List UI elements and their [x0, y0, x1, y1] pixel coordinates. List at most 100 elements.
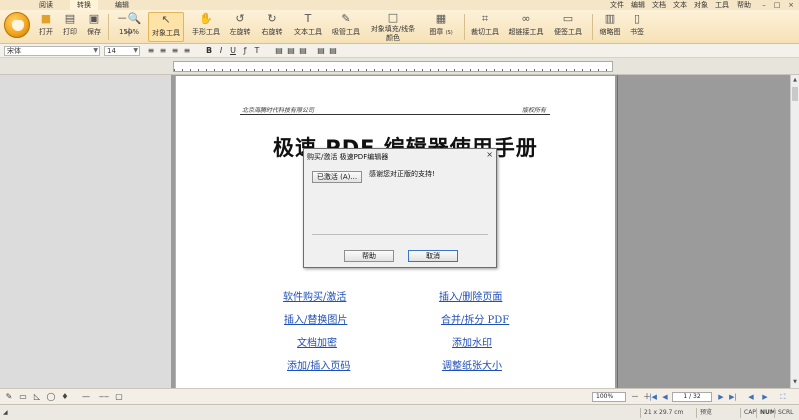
last-page-icon[interactable]: ▶| [728, 392, 738, 402]
rotate-right-button[interactable]: ↻ 右旋转 [258, 12, 286, 42]
polygon-icon[interactable]: ◺ [32, 392, 42, 402]
link-add-watermark[interactable]: 添加水印 [452, 334, 492, 349]
activated-button[interactable]: 已激活 (A)... [312, 171, 362, 183]
save-button[interactable]: ▣ 保存 [84, 12, 104, 42]
next-page-icon[interactable]: ▶ [716, 392, 726, 402]
hand-tool-button[interactable]: ✋ 手形工具 [188, 12, 224, 42]
tab-read[interactable]: 阅读 [32, 0, 60, 10]
zoom-select[interactable]: 100% [592, 392, 626, 402]
bold-button[interactable]: B [204, 46, 214, 56]
link-icon: ∞ [521, 12, 531, 25]
stamp-button[interactable]: ▦ 图章 (S) [424, 12, 458, 42]
menu-file[interactable]: 文件 [610, 0, 624, 10]
crop-tool-button[interactable]: ⌗ 裁切工具 [468, 12, 502, 42]
fill-color-icon[interactable]: ▢ [114, 392, 124, 402]
select-tool-button[interactable]: ↖ 对象工具 [148, 12, 184, 42]
rotate-left-icon: ↺ [235, 12, 245, 25]
help-button[interactable]: 帮助 [344, 250, 394, 262]
line-spacing-icon[interactable]: ▤ [286, 46, 296, 56]
font-size-select[interactable]: 14 ▼ [104, 46, 140, 56]
dash-style-icon[interactable]: ‒‒ [96, 392, 112, 402]
link-add-page-numbers[interactable]: 添加/插入页码 [287, 357, 350, 372]
menu-text[interactable]: 文本 [673, 0, 687, 10]
highlight-icon[interactable]: ▤ [328, 46, 338, 56]
link-resize-paper[interactable]: 调整纸张大小 [442, 357, 502, 372]
zoom-out-icon[interactable]: － [630, 392, 640, 402]
align-center-icon[interactable]: ≡ [158, 46, 168, 56]
menu-tools[interactable]: 工具 [715, 0, 729, 10]
superscript-icon[interactable]: T [252, 46, 262, 56]
zoom-in-icon: －🔍＋ [116, 12, 142, 39]
minimize-button[interactable]: – [759, 0, 769, 10]
thumbnail-button[interactable]: ▥ 缩略图 [596, 12, 624, 42]
link-merge-split-pdf[interactable]: 合并/拆分 PDF [441, 311, 509, 326]
first-page-icon[interactable]: |◀ [648, 392, 658, 402]
align-right-icon[interactable]: ≡ [170, 46, 180, 56]
scroll-thumb[interactable] [792, 87, 798, 101]
fullscreen-icon[interactable]: ⛶ [778, 392, 788, 402]
app-logo-icon[interactable] [4, 12, 30, 38]
activation-dialog: 购买/激活 极速PDF编辑器 × 已激活 (A)... 感谢您对正版的支持! 帮… [303, 148, 497, 268]
close-icon[interactable]: × [486, 150, 493, 159]
line-style-icon[interactable]: — [78, 392, 94, 402]
menu-edit[interactable]: 编辑 [631, 0, 645, 10]
pencil-icon[interactable]: ✎ [4, 392, 14, 402]
vertical-scrollbar[interactable]: ▲ ▼ [790, 75, 799, 388]
page-number-input[interactable]: 1 / 32 [672, 392, 712, 402]
hand-icon: ✋ [199, 12, 213, 25]
crop-icon: ⌗ [481, 12, 489, 25]
char-spacing-icon[interactable]: ▤ [274, 46, 284, 56]
forward-icon[interactable]: ▶ [760, 392, 770, 402]
scroll-up-icon[interactable]: ▲ [791, 76, 799, 84]
rotate-left-button[interactable]: ↺ 左旋转 [226, 12, 254, 42]
text-color-icon[interactable]: ▤ [316, 46, 326, 56]
open-button[interactable]: ■ 打开 [36, 12, 56, 42]
menu-document[interactable]: 文档 [652, 0, 666, 10]
right-gutter [617, 75, 790, 388]
cancel-button[interactable]: 取消 [408, 250, 458, 262]
dialog-divider [312, 234, 488, 235]
italic-button[interactable]: I [216, 46, 226, 56]
pen-icon[interactable]: ♦ [60, 392, 70, 402]
bookmark-icon: ▯ [633, 12, 641, 25]
indent-icon[interactable]: ▤ [298, 46, 308, 56]
strikethrough-icon[interactable]: ƒ [240, 46, 250, 56]
cursor-icon: ↖ [161, 13, 171, 26]
eyedropper-button[interactable]: ✎ 吸管工具 [328, 12, 364, 42]
chevron-down-icon: ▼ [93, 47, 98, 54]
align-left-icon[interactable]: ≡ [146, 46, 156, 56]
link-insert-delete-page[interactable]: 插入/删除页面 [439, 288, 502, 303]
toolbar-divider [108, 14, 109, 40]
maximize-button[interactable]: □ [772, 0, 782, 10]
left-panel [0, 75, 171, 388]
zoom-control[interactable]: －🔍＋ 150% [112, 12, 146, 42]
fill-stroke-button[interactable]: □ 对象填充/线条 颜色 [368, 12, 418, 42]
prev-page-icon[interactable]: ◀ [660, 392, 670, 402]
text-tool-button[interactable]: T 文本工具 [290, 12, 326, 42]
drawing-toolbar: ✎ ▭ ◺ ◯ ♦ — ‒‒ ▢ 100% － ＋ |◀ ◀ 1 / 32 ▶ … [0, 388, 799, 404]
font-family-select[interactable]: 宋体 ▼ [4, 46, 100, 56]
status-mode: 预览 [696, 408, 738, 418]
toolbar-divider [592, 14, 593, 40]
tab-edit[interactable]: 编辑 [108, 0, 136, 10]
link-tool-button[interactable]: ∞ 超链接工具 [506, 12, 546, 42]
link-insert-replace-image[interactable]: 插入/替换图片 [284, 311, 347, 326]
bookmark-button[interactable]: ▯ 书签 [626, 12, 648, 42]
ellipse-icon[interactable]: ◯ [46, 392, 56, 402]
close-button[interactable]: × [786, 0, 796, 10]
link-buy-activate[interactable]: 软件购买/激活 [283, 288, 346, 303]
chevron-down-icon: ▼ [133, 47, 138, 54]
rectangle-icon[interactable]: ▭ [18, 392, 28, 402]
print-button[interactable]: ▤ 打印 [60, 12, 80, 42]
scroll-down-icon[interactable]: ▼ [791, 378, 799, 386]
tab-convert[interactable]: 转换 [70, 0, 98, 10]
menu-object[interactable]: 对象 [694, 0, 708, 10]
underline-button[interactable]: U [228, 46, 238, 56]
horizontal-ruler[interactable] [173, 61, 613, 72]
page-header-copyright: 版权所有 [522, 107, 547, 114]
menu-help[interactable]: 帮助 [737, 0, 751, 10]
note-tool-button[interactable]: ▭ 便签工具 [550, 12, 586, 42]
back-icon[interactable]: ◀ [746, 392, 756, 402]
align-justify-icon[interactable]: ≡ [182, 46, 192, 56]
link-encrypt-document[interactable]: 文档加密 [297, 334, 337, 349]
